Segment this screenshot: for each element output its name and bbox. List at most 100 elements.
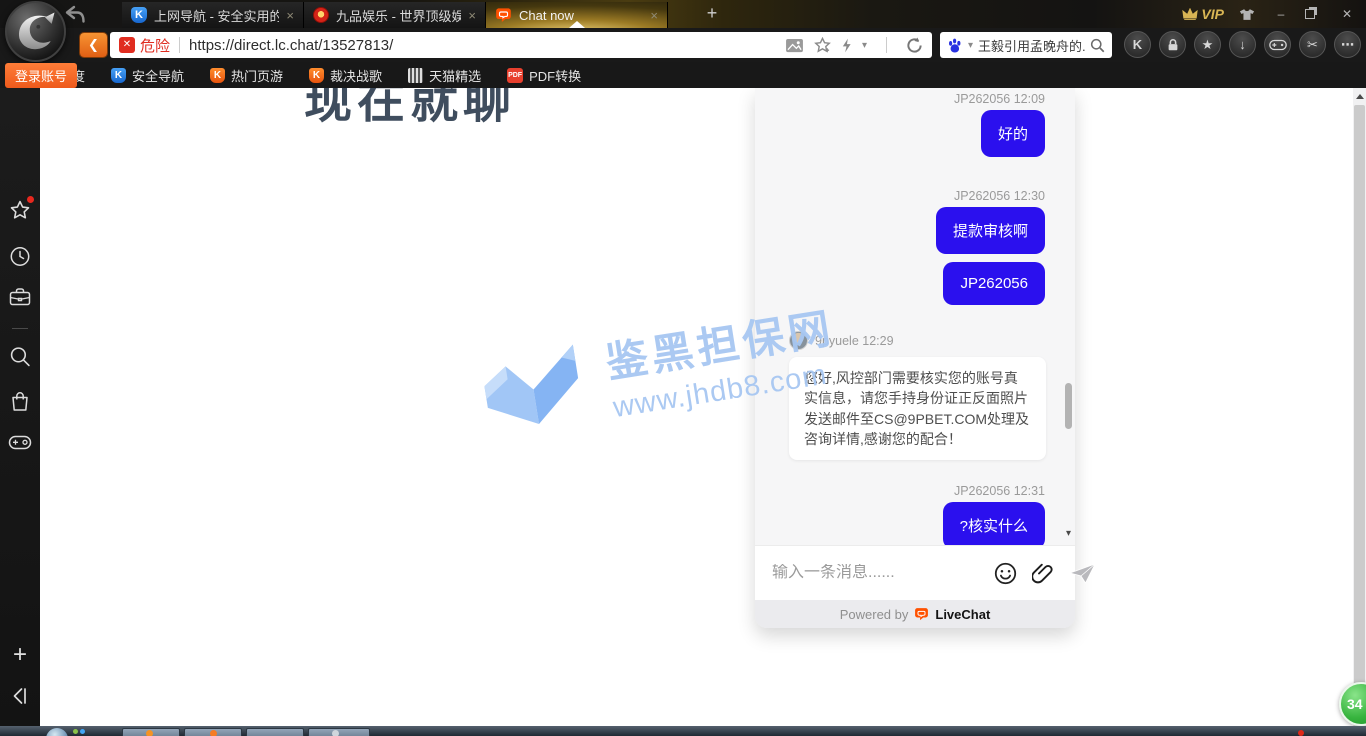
message-meta: JP262056 12:09 — [789, 92, 1045, 106]
tmall-stripe-icon — [408, 68, 423, 83]
tab-strip: K 上网导航 - 安全实用的 × 九品娱乐 - 世界顶级娱 × Chat now… — [122, 2, 668, 28]
danger-x-icon: ✕ — [119, 37, 135, 53]
visitor-bubble: ?核实什么 — [943, 502, 1045, 545]
scissors-screenshot-button[interactable]: ✂ — [1299, 31, 1326, 58]
lightning-icon[interactable] — [841, 38, 852, 53]
search-query[interactable]: 王毅引用孟晚舟的... — [978, 36, 1085, 55]
scrollbar-up-arrow-icon[interactable] — [1356, 94, 1364, 99]
url-field[interactable]: ✕ 危险 https://direct.lc.chat/13527813/ ▾ — [110, 32, 932, 58]
chat-footer: Powered by LiveChat — [755, 600, 1075, 628]
games-button[interactable] — [1264, 31, 1291, 58]
sidebar-collapse-icon[interactable] — [11, 686, 29, 706]
watermark-check-logo — [471, 333, 597, 445]
livechat-logo-icon[interactable] — [914, 607, 929, 621]
gamepad-icon[interactable] — [9, 435, 32, 450]
tray-alert-icon — [1298, 730, 1304, 736]
livechat-widget: JP262056 12:09 好的 JP262056 12:30 提款审核啊 J… — [755, 88, 1075, 628]
tab-close-icon[interactable]: × — [650, 9, 658, 22]
favorites-star-icon[interactable] — [10, 200, 31, 220]
emoji-icon[interactable] — [994, 562, 1017, 585]
k-orange-icon: K — [210, 68, 225, 83]
chat-messages[interactable]: JP262056 12:09 好的 JP262056 12:30 提款审核啊 J… — [755, 88, 1075, 545]
sidebar-add-icon[interactable]: + — [13, 641, 27, 669]
notification-red-dot — [27, 196, 34, 203]
mailbox-briefcase-icon[interactable] — [9, 287, 31, 306]
agent-meta: 9pyuele 12:29 — [815, 334, 894, 348]
history-back-icon[interactable] — [64, 5, 86, 23]
vip-button[interactable]: VIP — [1182, 6, 1224, 22]
tab-close-icon[interactable]: × — [468, 9, 476, 22]
bookmark-add-star-icon[interactable] — [814, 37, 831, 53]
restore-button[interactable] — [1305, 9, 1323, 19]
browser-window: K 上网导航 - 安全实用的 × 九品娱乐 - 世界顶级娱 × Chat now… — [0, 0, 1366, 736]
history-clock-icon[interactable] — [10, 246, 31, 267]
refresh-icon[interactable] — [906, 37, 923, 54]
tab-title: 上网导航 - 安全实用的 — [154, 6, 279, 25]
bookmark-hot-games[interactable]: K 热门页游 — [210, 66, 283, 85]
visitor-bubble: JP262056 — [943, 262, 1045, 305]
bookmark-judgement-song[interactable]: K 裁决战歌 — [309, 66, 382, 85]
favorites-star-button[interactable]: ★ — [1194, 31, 1221, 58]
tab-chat-now-active[interactable]: Chat now × — [486, 2, 668, 28]
tab-title: Chat now — [519, 8, 643, 23]
search-icon[interactable] — [1090, 38, 1105, 53]
lock-button[interactable] — [1159, 31, 1186, 58]
livechat-favicon — [495, 7, 512, 23]
toolbar-buttons: K ★ ↓ ✂ ⋯ — [1124, 31, 1361, 58]
login-account-tooltip[interactable]: 登录账号 — [5, 63, 77, 88]
baidu-icon — [947, 37, 963, 53]
message-input[interactable] — [772, 564, 979, 582]
bookmarks-bar: 度 K 安全导航 K 热门页游 K 裁决战歌 天猫精选 PDF PDF转换 — [0, 62, 1366, 88]
sidebar-divider — [12, 328, 28, 329]
attachment-paperclip-icon[interactable] — [1032, 562, 1054, 585]
bookmark-safe-nav[interactable]: K 安全导航 — [111, 66, 184, 85]
tab-navigation-site[interactable]: K 上网导航 - 安全实用的 × — [122, 2, 304, 28]
scrollbar-thumb[interactable] — [1354, 105, 1365, 698]
tray-colored-icon — [73, 729, 85, 734]
search-box[interactable]: ▾ 王毅引用孟晚舟的... — [940, 32, 1112, 58]
bookmark-tmall[interactable]: 天猫精选 — [408, 66, 481, 85]
url-text: https://direct.lc.chat/13527813/ — [189, 37, 393, 54]
minimize-button[interactable]: – — [1272, 7, 1290, 21]
windows-taskbar[interactable] — [0, 726, 1366, 736]
powered-by-label: Powered by — [840, 607, 909, 622]
snapshot-icon[interactable] — [785, 38, 804, 53]
back-button[interactable]: ❮ — [80, 33, 107, 57]
webpage-content: 现在就聊 鉴黑担保网 www.jhdb8.com JP262056 12:09 — [40, 88, 1366, 726]
visitor-bubble: 提款审核啊 — [936, 207, 1045, 254]
shopping-bag-icon[interactable] — [10, 391, 30, 412]
scroll-down-caret-icon[interactable]: ▾ — [1066, 528, 1071, 539]
tab-jiupin-entertainment[interactable]: 九品娱乐 - 世界顶级娱 × — [304, 2, 486, 28]
bookmark-pdf-convert[interactable]: PDF PDF转换 — [507, 66, 581, 85]
visitor-bubble: 好的 — [981, 110, 1045, 157]
skin-theme-icon[interactable] — [1239, 8, 1257, 21]
agent-avatar — [789, 331, 808, 350]
search-engine-caret-icon[interactable]: ▾ — [968, 40, 973, 51]
close-button[interactable]: ✕ — [1338, 7, 1356, 21]
taskbar-app-button[interactable] — [246, 728, 304, 736]
sidebar-search-icon[interactable] — [10, 346, 31, 367]
browser-sidebar: + — [0, 88, 40, 726]
k-orange-icon: K — [309, 68, 324, 83]
start-orb[interactable] — [46, 728, 68, 736]
more-menu-button[interactable]: ⋯ — [1334, 31, 1361, 58]
chevron-down-icon[interactable]: ▾ — [862, 40, 867, 51]
k-blue-icon: K — [111, 68, 126, 83]
chat-input-bar — [755, 545, 1075, 600]
new-tab-button[interactable]: + — [700, 3, 724, 25]
tab-close-icon[interactable]: × — [286, 9, 294, 22]
crown-icon — [1182, 8, 1198, 21]
send-icon[interactable] — [1069, 563, 1096, 584]
message-meta: JP262056 12:30 — [789, 189, 1045, 203]
agent-message: 9pyuele 12:29 您好,风控部门需要核实您的账号真实信息，请您手持身份… — [789, 331, 1045, 460]
k-home-button[interactable]: K — [1124, 31, 1151, 58]
livechat-brand[interactable]: LiveChat — [935, 607, 990, 622]
page-scrollbar[interactable] — [1353, 88, 1366, 726]
security-danger-badge[interactable]: ✕ 危险 — [119, 35, 170, 56]
notification-count-badge[interactable]: 34 — [1339, 682, 1366, 726]
download-button[interactable]: ↓ — [1229, 31, 1256, 58]
browser-cheetah-logo[interactable] — [5, 1, 66, 62]
titlebar: K 上网导航 - 安全实用的 × 九品娱乐 - 世界顶级娱 × Chat now… — [0, 0, 1366, 28]
taskbar-app-button[interactable] — [308, 728, 370, 736]
chat-scrollbar-thumb[interactable] — [1065, 383, 1072, 429]
